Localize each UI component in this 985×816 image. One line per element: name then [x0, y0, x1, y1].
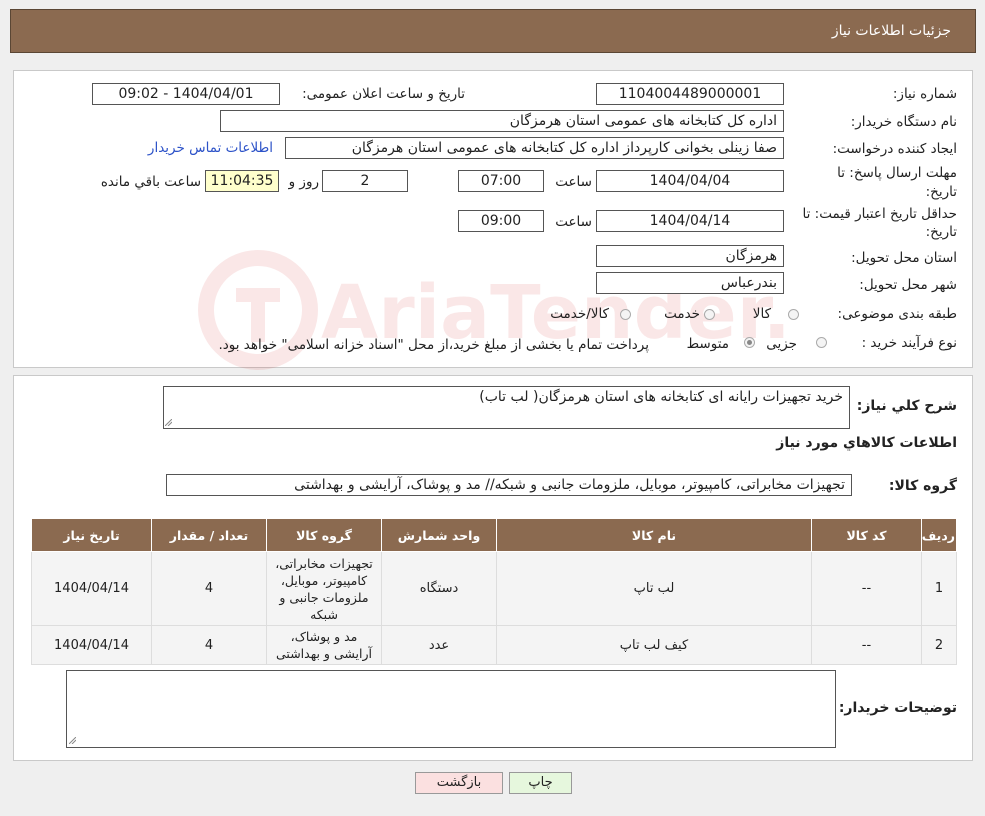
remaining-label: ساعت باقي مانده	[100, 174, 201, 190]
cell-code: --	[811, 625, 922, 665]
col-header-unit: واحد شمارش	[381, 518, 497, 552]
buyer-org-field: اداره کل کتابخانه های عمومی استان هرمزگا…	[220, 110, 784, 132]
process-note: پرداخت تمام یا بخشی از مبلغ خرید،از محل …	[218, 337, 649, 353]
cell-code: --	[811, 551, 922, 626]
validity-time-field: 09:00	[458, 210, 544, 232]
table-header-row: رديف کد کالا نام کالا واحد شمارش گروه کا…	[31, 518, 957, 552]
deadline-label-line2: تاریخ:	[925, 184, 957, 200]
page-title: جزئیات اطلاعات نیاز	[831, 23, 951, 39]
validity-label-line1: حداقل تاریخ اعتبار قیمت: تا	[802, 206, 957, 222]
col-header-row-number: رديف	[921, 518, 957, 552]
category-radio-goods[interactable]	[788, 309, 799, 320]
cell-unit: عدد	[381, 625, 497, 665]
description-text: خرید تجهیزات رایانه ای کتابخانه های استا…	[479, 389, 843, 405]
validity-hour-label: ساعت	[555, 214, 592, 230]
category-radio-goods-service[interactable]	[620, 309, 631, 320]
deadline-hour-label: ساعت	[555, 174, 592, 190]
process-label: نوع فرآیند خرید :	[861, 335, 957, 351]
need-number-field: 1104004489000001	[596, 83, 784, 105]
col-header-name: نام کالا	[496, 518, 812, 552]
creator-field: صفا زینلی بخوانی کارپرداز اداره کل کتابخ…	[285, 137, 784, 159]
process-radio-minor[interactable]	[816, 337, 827, 348]
validity-date-field: 1404/04/14	[596, 210, 784, 232]
resize-grip-icon[interactable]	[165, 419, 172, 426]
cell-row-number: 2	[921, 625, 957, 665]
days-label: روز و	[288, 174, 319, 190]
deadline-label-line1: مهلت ارسال پاسخ: تا	[837, 165, 957, 181]
need-number-label: شماره نیاز:	[892, 86, 957, 102]
category-radio-service[interactable]	[704, 309, 715, 320]
category-option-service: خدمت	[664, 306, 700, 322]
goods-section-title: اطلاعات کالاهاي مورد نياز	[776, 435, 957, 451]
buyer-notes-field	[66, 670, 836, 748]
category-option-goods-service: کالا/خدمت	[550, 306, 609, 322]
goods-group-field: تجهیزات مخابراتی، کامپیوتر، موبایل، ملزو…	[166, 474, 852, 496]
process-option-medium: متوسط	[686, 336, 729, 352]
remaining-days-field: 2	[322, 170, 408, 192]
description-label: شرح کلي نياز:	[856, 398, 957, 414]
deadline-time-field: 07:00	[458, 170, 544, 192]
buyer-notes-label: توضیحات خریدار:	[838, 700, 957, 716]
table-row: 2 -- کیف لب تاپ عدد مد و پوشاک، آرایشی و…	[31, 625, 957, 665]
goods-table: رديف کد کالا نام کالا واحد شمارش گروه کا…	[31, 518, 957, 665]
city-field: بندرعباس	[596, 272, 784, 294]
cell-row-number: 1	[921, 551, 957, 626]
deadline-date-field: 1404/04/04	[596, 170, 784, 192]
cell-quantity: 4	[151, 625, 267, 665]
back-button[interactable]: بازگشت	[415, 772, 503, 794]
cell-quantity: 4	[151, 551, 267, 626]
category-label: طبقه بندی موضوعی:	[837, 306, 957, 322]
col-header-group: گروه کالا	[266, 518, 382, 552]
category-option-goods: کالا	[752, 306, 771, 322]
announce-label: تاریخ و ساعت اعلان عمومی:	[302, 86, 465, 102]
page-header: جزئیات اطلاعات نیاز	[10, 9, 976, 53]
cell-name: کیف لب تاپ	[496, 625, 812, 665]
buyer-org-label: نام دستگاه خریدار:	[850, 114, 957, 130]
cell-name: لب تاپ	[496, 551, 812, 626]
city-label: شهر محل تحویل:	[859, 277, 957, 293]
cell-unit: دستگاه	[381, 551, 497, 626]
remaining-time-field: 11:04:35	[205, 170, 279, 192]
description-field: خرید تجهیزات رایانه ای کتابخانه های استا…	[163, 386, 850, 429]
process-radio-medium[interactable]	[744, 337, 755, 348]
province-label: استان محل تحویل:	[851, 250, 957, 266]
province-field: هرمزگان	[596, 245, 784, 267]
goods-group-label: گروه کالا:	[888, 478, 957, 494]
print-button[interactable]: چاپ	[509, 772, 572, 794]
col-header-need-date: تاریخ نیاز	[31, 518, 152, 552]
creator-label: ایجاد کننده درخواست:	[832, 141, 957, 157]
buyer-contact-link[interactable]: اطلاعات تماس خریدار	[148, 140, 273, 156]
announce-field: 1404/04/01 - 09:02	[92, 83, 280, 105]
cell-need-date: 1404/04/14	[31, 551, 152, 626]
cell-need-date: 1404/04/14	[31, 625, 152, 665]
process-option-minor: جزیی	[766, 336, 797, 352]
table-row: 1 -- لب تاپ دستگاه تجهیزات مخابراتی، کام…	[31, 551, 957, 626]
validity-label-line2: تاریخ:	[925, 224, 957, 240]
cell-group: تجهیزات مخابراتی، کامپیوتر، موبایل، ملزو…	[266, 551, 382, 626]
cell-group: مد و پوشاک، آرایشی و بهداشتی	[266, 625, 382, 665]
col-header-quantity: تعداد / مقدار	[151, 518, 267, 552]
resize-grip-icon[interactable]	[69, 737, 76, 744]
col-header-code: کد کالا	[811, 518, 922, 552]
